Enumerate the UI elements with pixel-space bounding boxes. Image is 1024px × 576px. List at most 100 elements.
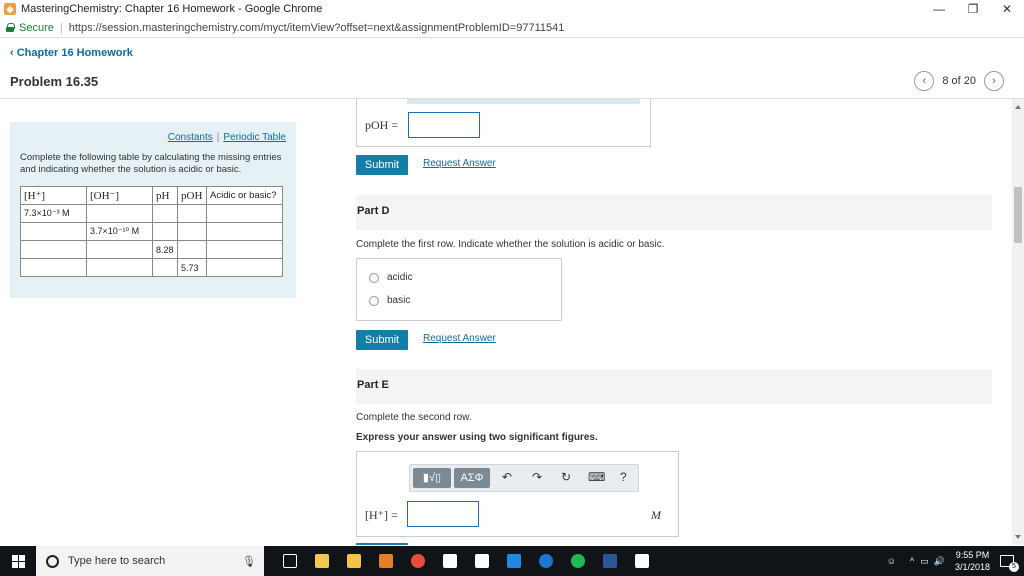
game-app-icon[interactable] <box>443 554 457 568</box>
part-e-submit-button-partial[interactable] <box>356 543 408 545</box>
people-icon[interactable]: ☺ <box>887 556 896 566</box>
part-d-title: Part D <box>357 205 390 217</box>
search-placeholder: Type here to search <box>68 555 166 567</box>
mail-icon[interactable] <box>475 554 489 568</box>
restore-button[interactable]: ❐ <box>956 0 990 18</box>
table-cell <box>152 258 178 277</box>
part-e-instruction: Complete the second row. <box>356 412 472 423</box>
media-player-icon[interactable] <box>507 554 521 568</box>
greek-symbols-button[interactable]: ΑΣΦ <box>454 468 490 488</box>
part-d-options: acidic basic <box>356 258 562 321</box>
volume-icon[interactable]: 🔊 <box>934 556 945 567</box>
undo-icon[interactable]: ↶ <box>502 470 512 484</box>
spotify-icon[interactable] <box>571 554 585 568</box>
data-table: [H⁺] [OH⁻] pH pOH Acidic or basic? 7.3×1… <box>20 186 283 277</box>
close-button[interactable]: ✕ <box>990 0 1024 18</box>
option-basic[interactable]: basic <box>369 295 410 306</box>
keyboard-icon[interactable]: ⌨ <box>588 470 605 484</box>
header-ph: pH <box>152 186 178 205</box>
table-cell <box>152 204 178 223</box>
part-d-request-answer-link[interactable]: Request Answer <box>423 333 496 344</box>
header-acidic-basic: Acidic or basic? <box>206 186 283 205</box>
header-h: [H⁺] <box>20 186 87 205</box>
table-cell: 3.7×10⁻¹⁰ M <box>86 222 153 241</box>
help-icon[interactable]: ? <box>620 470 627 484</box>
poh-label: pOH = <box>365 118 399 132</box>
back-to-homework-link[interactable]: ‹ Chapter 16 Homework <box>10 47 133 59</box>
file-explorer-icon[interactable] <box>315 554 329 568</box>
store-icon[interactable] <box>347 554 361 568</box>
url-text[interactable]: https://session.masteringchemistry.com/m… <box>69 22 565 34</box>
poh-input[interactable] <box>408 112 480 138</box>
table-cell <box>86 240 153 259</box>
part-e-title: Part E <box>357 379 389 391</box>
option-acidic[interactable]: acidic <box>369 272 413 283</box>
table-cell <box>152 222 178 241</box>
constants-link[interactable]: Constants <box>168 132 213 143</box>
scroll-thumb[interactable] <box>1014 187 1022 243</box>
table-cell <box>86 258 153 277</box>
next-problem-button[interactable]: › <box>984 71 1004 91</box>
templates-button[interactable]: ▮√▯ <box>413 468 451 488</box>
scroll-up-arrow-icon[interactable] <box>1015 105 1021 109</box>
problem-title: Problem 16.35 <box>10 74 99 89</box>
part-e-header[interactable]: Part E <box>356 369 992 404</box>
table-row: 8.28 <box>20 240 283 259</box>
table-cell <box>20 258 87 277</box>
table-cell: 5.73 <box>177 258 207 277</box>
part-c-answer-box: pOH = <box>356 99 651 147</box>
word-icon[interactable] <box>603 554 617 568</box>
taskbar-search[interactable]: Type here to search 🎙 <box>36 546 264 576</box>
table-cell <box>206 204 283 223</box>
window-title: MasteringChemistry: Chapter 16 Homework … <box>21 3 323 15</box>
part-c-submit-button[interactable]: Submit <box>356 155 408 175</box>
part-c-request-answer-link[interactable]: Request Answer <box>423 158 496 169</box>
part-d-header[interactable]: Part D <box>356 195 992 230</box>
redo-icon[interactable]: ↷ <box>532 470 542 484</box>
action-center-icon[interactable]: 5 <box>1000 555 1019 572</box>
radio-basic[interactable] <box>369 295 379 306</box>
system-tray: ☺ ^ ▭ 🔊 9:55 PM 3/1/2018 5 <box>887 546 1024 576</box>
address-bar[interactable]: Secure | https://session.masteringchemis… <box>0 18 1024 38</box>
media-app-icon[interactable] <box>379 554 393 568</box>
page-scrollbar[interactable] <box>1012 99 1024 545</box>
windows-logo-icon <box>12 555 18 561</box>
table-cell <box>177 222 207 241</box>
taskbar-apps <box>274 554 658 568</box>
chevron-right-icon: › <box>992 75 996 87</box>
chrome-icon[interactable] <box>411 554 425 568</box>
system-clock[interactable]: 9:55 PM 3/1/2018 <box>955 549 990 573</box>
microphone-icon[interactable]: 🎙 <box>242 555 256 568</box>
task-view-icon[interactable] <box>283 554 297 568</box>
unit-label: M <box>651 508 661 522</box>
minimize-button[interactable]: — <box>922 0 956 18</box>
part-d-submit-button[interactable]: Submit <box>356 330 408 350</box>
clock-time: 9:55 PM <box>955 550 990 560</box>
link-separator: | <box>216 132 220 143</box>
h-concentration-input[interactable] <box>407 501 479 527</box>
edge-icon[interactable] <box>539 554 553 568</box>
radio-acidic[interactable] <box>369 272 379 283</box>
tray-chevron-up-icon[interactable]: ^ <box>910 556 914 566</box>
page-count: 8 of 20 <box>942 75 976 87</box>
part-d-instruction: Complete the first row. Indicate whether… <box>356 239 665 250</box>
header-poh: pOH <box>177 186 207 205</box>
table-cell: 8.28 <box>152 240 178 259</box>
lock-icon <box>6 23 15 32</box>
table-cell <box>177 240 207 259</box>
periodic-table-link[interactable]: Periodic Table <box>223 132 286 143</box>
clock-date: 3/1/2018 <box>954 562 990 572</box>
table-cell <box>206 258 283 277</box>
table-row: 5.73 <box>20 258 283 277</box>
battery-icon[interactable]: ▭ <box>920 556 929 567</box>
previous-problem-button[interactable]: ‹ <box>914 71 935 91</box>
reset-icon[interactable]: ↻ <box>561 470 571 484</box>
part-e-answer-box: ▮√▯ ΑΣΦ ↶ ↷ ↻ ⌨ ? [H⁺] = M <box>356 451 679 537</box>
table-cell <box>20 240 87 259</box>
start-button[interactable] <box>0 546 36 576</box>
photos-icon[interactable] <box>635 554 649 568</box>
scroll-down-arrow-icon[interactable] <box>1015 535 1021 539</box>
mastering-app-icon: ◆ <box>4 3 16 15</box>
table-cell <box>206 222 283 241</box>
problem-instruction: Complete the following table by calculat… <box>20 152 282 175</box>
